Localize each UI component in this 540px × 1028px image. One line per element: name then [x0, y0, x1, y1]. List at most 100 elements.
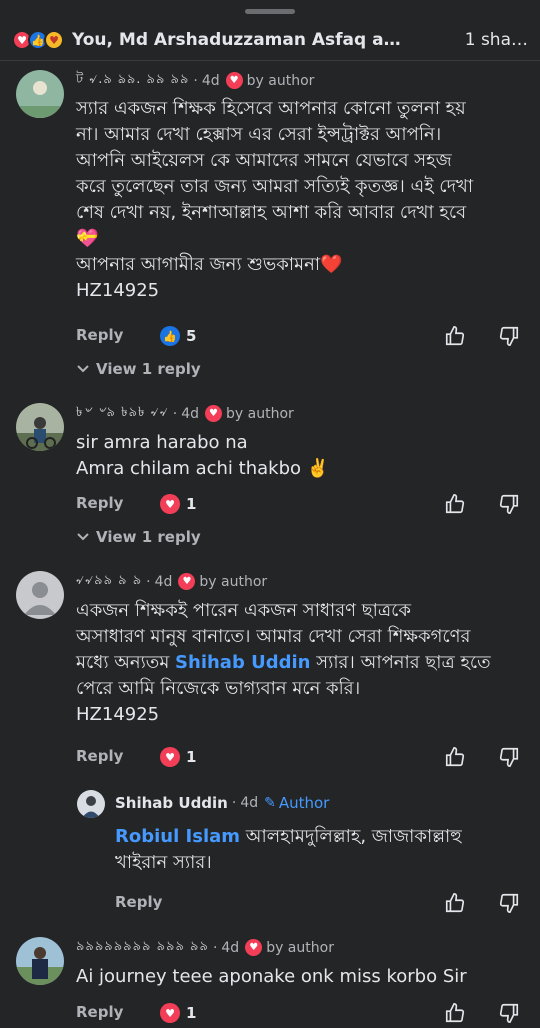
comment-actions: Reply	[76, 1003, 123, 1021]
reply-button[interactable]: Reply	[76, 747, 123, 765]
comment-line: খাইরান স্যার।	[115, 852, 212, 873]
separator-dot: ·	[231, 795, 237, 811]
comment-line: একজন শিক্ষকই পারেন একজন সাধারণ ছাত্রকে	[76, 600, 411, 621]
love-icon: ♥	[160, 747, 180, 767]
comment-line: আপনার আগামীর জন্য শুভকামনা❤️	[76, 254, 343, 275]
commenter-name[interactable]: ৯৯৯৯৯৯৯৯ ৯৯৯ ৯৯	[76, 937, 209, 958]
comment-text: আলহামদুলিল্লাহ, জাজাকাল্লাহু	[240, 826, 462, 847]
avatar[interactable]	[77, 790, 105, 818]
author-badge: ✎ Author	[264, 794, 329, 812]
separator-dot: ·	[146, 573, 151, 590]
comment-line: 💝	[76, 228, 99, 249]
comment-body: একজন শিক্ষকই পারেন একজন সাধারণ ছাত্রকে অ…	[76, 598, 526, 728]
heart-icon: ♥	[245, 939, 263, 956]
chevron-down-icon	[77, 365, 89, 373]
separator-dot: ·	[172, 405, 178, 422]
view-replies-label: View 1 reply	[96, 360, 201, 378]
downvote-icon[interactable]	[498, 746, 520, 768]
heart-icon: ♥	[205, 405, 223, 422]
reaction-count-value: 5	[186, 327, 197, 345]
reply-button[interactable]: Reply	[76, 1003, 123, 1021]
shares-count[interactable]: 1 sha…	[465, 30, 528, 50]
comment-meta: ট ৵.৯ ঌ৯. ৯৯ ৯৯ · 4d ♥ by author	[76, 70, 314, 91]
upvote-icon[interactable]	[444, 493, 466, 515]
comment-actions: Reply	[115, 893, 162, 911]
view-replies-label: View 1 reply	[96, 528, 201, 546]
comment-body: sir amra harabo na Amra chilam achi thak…	[76, 430, 526, 482]
upvote-icon[interactable]	[444, 892, 466, 914]
reply-button[interactable]: Reply	[76, 494, 123, 512]
comment-line: করে তুলেছেন তার জন্য আমরা সত্যিই কৃতজ্ঞ।…	[76, 176, 474, 197]
upvote-icon[interactable]	[444, 746, 466, 768]
reactions-bar[interactable]: ♥ 👍 ♥ You, Md Arshaduzzaman Asfaq and ot…	[0, 22, 540, 58]
comments-sheet: ♥ 👍 ♥ You, Md Arshaduzzaman Asfaq and ot…	[0, 0, 540, 1028]
avatar[interactable]	[16, 937, 64, 985]
reaction-count[interactable]: 👍 5	[160, 326, 196, 346]
reaction-count[interactable]: ♥ 1	[160, 747, 196, 767]
comment-text: স্যার। আপনার ছাত্র হতে	[310, 652, 491, 673]
comment-line: পেরে আমি নিজেকে ভাগ্যবান মনে করি।	[76, 678, 361, 699]
comment-line: HZ14925	[76, 280, 160, 301]
mention-link[interactable]: Shihab Uddin	[175, 652, 310, 673]
author-badge: ♥ by author	[205, 405, 294, 422]
comment-time: 4d	[154, 573, 173, 590]
comment-line: শেষ দেখা নয়, ইনশাআল্লাহ আশা করি আবার দে…	[76, 202, 467, 223]
badge-label: Author	[278, 794, 330, 812]
heart-icon: ♥	[178, 573, 196, 590]
reactors-summary[interactable]: You, Md Arshaduzzaman Asfaq and oth…	[72, 30, 412, 50]
comment-line: Robiul Islam আলহামদুলিল্লাহ, জাজাকাল্লাহ…	[115, 824, 527, 850]
comment-line: Amra chilam achi thakbo ✌️	[76, 458, 330, 479]
avatar[interactable]	[16, 403, 64, 451]
author-badge: ♥ by author	[178, 573, 267, 590]
comment-line: আপনি আইয়েলস কে আমাদের সামনে যেভাবে সহজ	[76, 150, 452, 171]
reaction-count[interactable]: ♥ 1	[160, 1003, 196, 1023]
upvote-icon[interactable]	[444, 1002, 466, 1024]
reaction-icons: ♥ 👍 ♥	[12, 30, 64, 50]
love-icon: ♥	[160, 494, 180, 514]
commenter-name[interactable]: ট ৵.৯ ঌ৯. ৯৯ ৯৯	[76, 70, 189, 91]
care-reaction-icon: ♥	[44, 30, 64, 50]
love-icon: ♥	[160, 1003, 180, 1023]
comment-time: 4d	[240, 795, 259, 811]
upvote-icon[interactable]	[444, 325, 466, 347]
badge-label: by author	[226, 405, 294, 422]
comment-meta: ৳৺ ৺৯ ৳৯৳ ৵৵ · 4d ♥ by author	[76, 403, 294, 424]
comment-time: 4d	[181, 405, 200, 422]
downvote-icon[interactable]	[498, 892, 520, 914]
divider	[0, 60, 540, 61]
reply-button[interactable]: Reply	[115, 893, 162, 911]
reaction-count-value: 1	[186, 1004, 197, 1022]
downvote-icon[interactable]	[498, 325, 520, 347]
comment-time: 4d	[221, 939, 240, 956]
avatar[interactable]	[16, 571, 64, 619]
comment-body: Robiul Islam আলহামদুলিল্লাহ, জাজাকাল্লাহ…	[115, 824, 527, 876]
commenter-name[interactable]: ৵৵৯৯ ৯ ৯	[76, 571, 142, 592]
comment-line: স্যার একজন শিক্ষক হিসেবে আপনার কোনো তুলন…	[76, 98, 466, 119]
comment-line: না। আমার দেখা হেক্সাস এর সেরা ইন্সট্রাক্…	[76, 124, 442, 145]
badge-label: by author	[266, 939, 334, 956]
comment-line: sir amra harabo na	[76, 432, 248, 453]
reaction-count-value: 1	[186, 495, 197, 513]
view-replies-button[interactable]: View 1 reply	[76, 360, 201, 378]
comment-line: Ai journey teee aponake onk miss korbo S…	[76, 966, 467, 987]
comment-body: স্যার একজন শিক্ষক হিসেবে আপনার কোনো তুলন…	[76, 96, 526, 304]
avatar[interactable]	[16, 70, 64, 118]
drag-handle[interactable]	[245, 9, 295, 14]
commenter-name[interactable]: Shihab Uddin	[115, 794, 228, 812]
comment-meta: ৯৯৯৯৯৯৯৯ ৯৯৯ ৯৯ · 4d ♥ by author	[76, 937, 334, 958]
mention-link[interactable]: Robiul Islam	[115, 826, 240, 847]
badge-label: by author	[199, 573, 268, 590]
chevron-down-icon	[77, 533, 89, 541]
view-replies-button[interactable]: View 1 reply	[76, 528, 201, 546]
author-badge: ♥ by author	[245, 939, 334, 956]
separator-dot: ·	[193, 72, 198, 89]
comment-meta: ৵৵৯৯ ৯ ৯ · 4d ♥ by author	[76, 571, 267, 592]
reaction-count[interactable]: ♥ 1	[160, 494, 196, 514]
comment-actions: Reply	[76, 494, 123, 512]
comment-line: HZ14925	[76, 704, 160, 725]
pencil-icon: ✎	[264, 795, 276, 811]
downvote-icon[interactable]	[498, 1002, 520, 1024]
downvote-icon[interactable]	[498, 493, 520, 515]
commenter-name[interactable]: ৳৺ ৺৯ ৳৯৳ ৵৵	[76, 403, 169, 424]
reply-button[interactable]: Reply	[76, 326, 123, 344]
